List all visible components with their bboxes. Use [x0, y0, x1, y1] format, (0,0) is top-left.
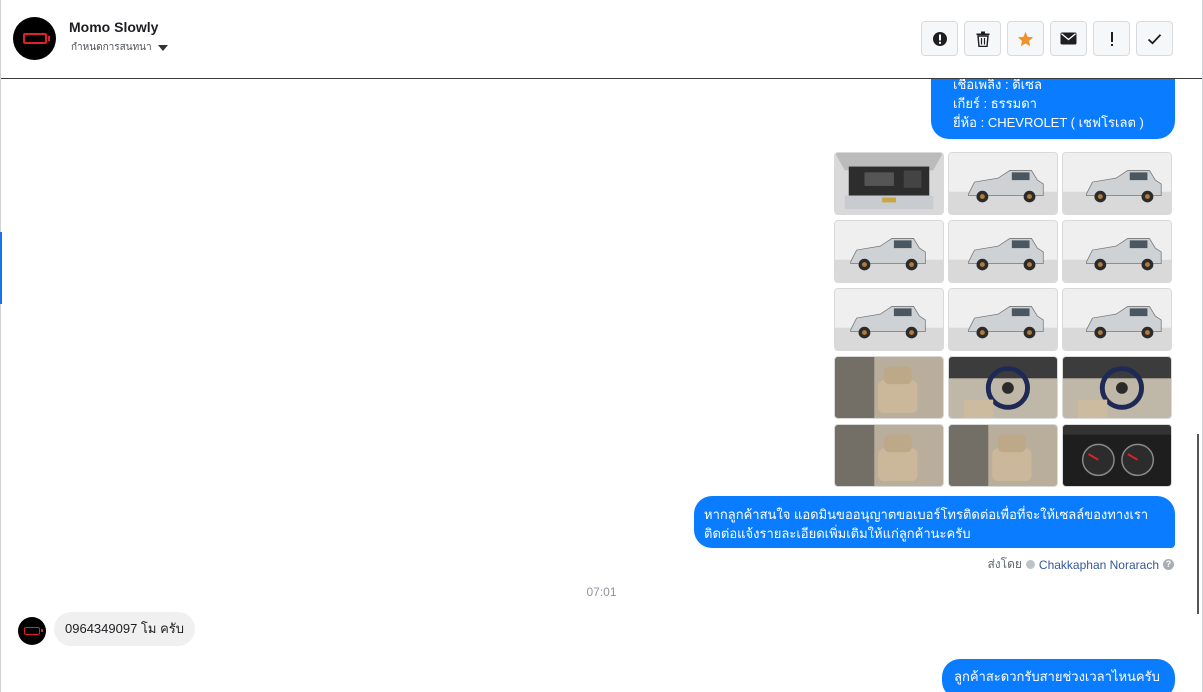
message-line: ลูกค้าสะดวกรับสายช่วงเวลาไหนครับ: [954, 669, 1160, 684]
photo-thumbnail: [835, 289, 943, 350]
gallery-photo-truck-rear-left[interactable]: [834, 288, 944, 351]
gallery-photo-truck-side-wide[interactable]: [948, 288, 1058, 351]
conversation-toolbar: [921, 21, 1173, 56]
contact-avatar[interactable]: [13, 17, 56, 60]
gallery-photo-instrument-cluster[interactable]: [1062, 424, 1172, 487]
follow-up-button[interactable]: [1093, 21, 1130, 56]
gallery-photo-truck-side-front[interactable]: [834, 220, 944, 283]
star-icon: [1017, 31, 1034, 46]
photo-thumbnail: [835, 221, 943, 282]
delete-button[interactable]: [964, 21, 1001, 56]
battery-icon: [22, 33, 50, 44]
photo-thumbnail: [949, 425, 1057, 486]
sent-by-info: ส่งโดย Chakkaphan Norarach ?: [987, 555, 1174, 574]
photo-thumbnail: [835, 425, 943, 486]
envelope-icon: [1060, 32, 1077, 45]
photo-thumbnail: [949, 221, 1057, 282]
gallery-photo-truck-rear-right[interactable]: [948, 220, 1058, 283]
gallery-photo-rear-cab[interactable]: [948, 424, 1058, 487]
photo-thumbnail: [1063, 289, 1171, 350]
gallery-photo-truck-front-left[interactable]: [948, 152, 1058, 215]
photo-thumbnail: [949, 153, 1057, 214]
photo-gallery: [834, 152, 1174, 487]
active-indicator: [0, 232, 2, 304]
mark-done-button[interactable]: [1136, 21, 1173, 56]
gallery-photo-front-seats[interactable]: [834, 424, 944, 487]
outgoing-message-specs: เชื้อเพลิง : ดีเซล เกียร์ : ธรรมดา ยี่ห้…: [931, 70, 1175, 139]
message-line: เกียร์ : ธรรมดา: [953, 96, 1037, 111]
assign-conversation-dropdown[interactable]: กำหนดการสนทนา: [71, 40, 168, 55]
star-button[interactable]: [1007, 21, 1044, 56]
photo-thumbnail: [949, 289, 1057, 350]
customer-avatar[interactable]: [18, 617, 46, 645]
photo-thumbnail: [1063, 357, 1171, 418]
message-line: ยี่ห้อ : CHEVROLET ( เชฟโรเลต ): [953, 115, 1144, 130]
alert-circle-icon: [932, 31, 947, 46]
battery-icon: [24, 627, 43, 635]
message-timestamp: 07:01: [586, 585, 617, 599]
verified-icon: [1025, 560, 1035, 569]
help-icon[interactable]: ?: [1163, 559, 1174, 570]
agent-name-link[interactable]: Chakkaphan Norarach: [1039, 558, 1159, 572]
exclamation-icon: [1110, 31, 1113, 46]
conversation-header: Momo Slowly กำหนดการสนทนา: [0, 0, 1203, 79]
trash-icon: [976, 31, 989, 47]
message-line: หากลูกค้าสนใจ แอดมินขออนุญาตขอเบอร์โทรติ…: [704, 507, 1149, 522]
assign-label: กำหนดการสนทนา: [71, 42, 152, 53]
gallery-photo-door-panel[interactable]: [834, 356, 944, 419]
gallery-photo-truck-rear[interactable]: [1062, 220, 1172, 283]
mark-unread-button[interactable]: [1050, 21, 1087, 56]
gallery-photo-dashboard-steering[interactable]: [1062, 356, 1172, 419]
sent-by-label: ส่งโดย: [987, 557, 1022, 571]
spam-button[interactable]: [921, 21, 958, 56]
gallery-photo-engine-bay[interactable]: [834, 152, 944, 215]
check-icon: [1147, 33, 1162, 44]
gallery-photo-truck-front[interactable]: [1062, 152, 1172, 215]
incoming-message: 0964349097 โม ครับ: [54, 612, 196, 646]
photo-thumbnail: [835, 153, 943, 214]
caret-down-icon: [157, 44, 168, 51]
message-line: ติดต่อแจ้งรายละเอียดเพิ่มเติมให้แก่ลูกค้…: [704, 526, 971, 541]
photo-thumbnail: [1063, 153, 1171, 214]
gallery-photo-steering-wheel[interactable]: [948, 356, 1058, 419]
photo-thumbnail: [949, 357, 1057, 418]
photo-thumbnail: [835, 357, 943, 418]
outgoing-message-request-phone: หากลูกค้าสนใจ แอดมินขออนุญาตขอเบอร์โทรติ…: [694, 496, 1175, 548]
contact-name[interactable]: Momo Slowly: [69, 19, 158, 35]
outgoing-message-call-time: ลูกค้าสะดวกรับสายช่วงเวลาไหนครับ: [942, 659, 1175, 692]
photo-thumbnail: [1063, 221, 1171, 282]
left-border: [0, 79, 1, 692]
gallery-photo-truck-wheel-closeup[interactable]: [1062, 288, 1172, 351]
photo-thumbnail: [1063, 425, 1171, 486]
